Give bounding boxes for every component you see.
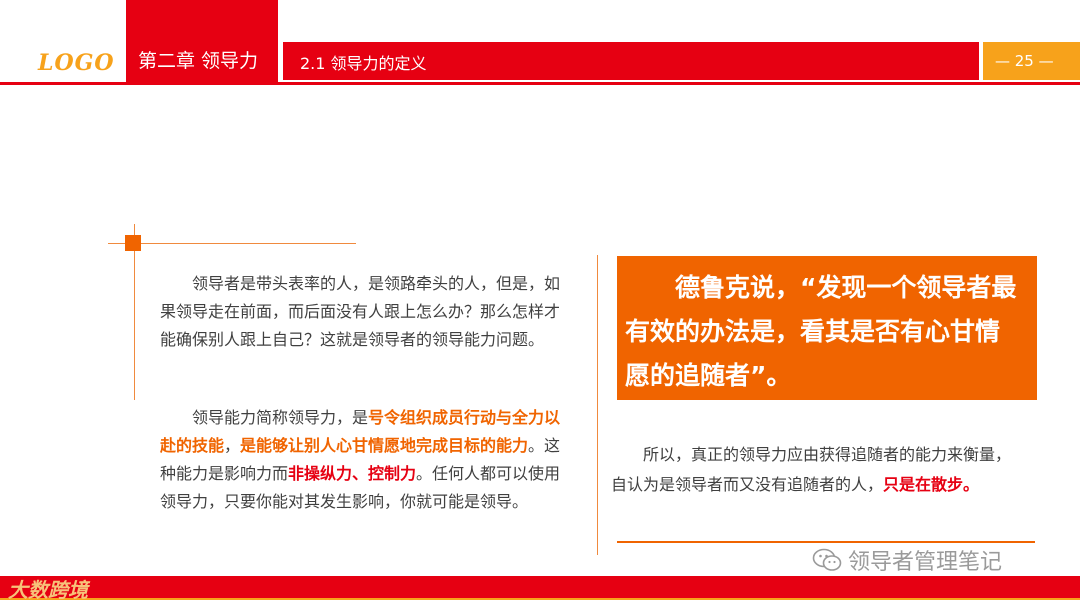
definition-text: 领导能力简称领导力，是 <box>192 408 369 427</box>
quote-box: 德鲁克说，“发现一个领导者最有效的办法是，看其是否有心甘情愿的追随者”。 <box>617 256 1037 400</box>
chapter-title: 第二章 领导力 <box>138 50 259 72</box>
paragraph-definition: 领导能力简称领导力，是号令组织成员行动与全力以赴的技能，是能够让别人心甘情愿地完… <box>160 404 575 516</box>
highlight-ability: 是能够让别人心甘情愿地完成目标的能力 <box>240 436 529 455</box>
highlight-not-control: 非操纵力、控制力 <box>288 464 417 483</box>
footer-bar <box>0 576 1080 598</box>
header-rule <box>0 82 1080 85</box>
right-rule <box>617 541 1035 543</box>
wechat-icon <box>812 547 842 579</box>
highlight-conclusion: 只是在散步。 <box>883 475 980 494</box>
paragraph-conclusion: 所以，真正的领导力应由获得追随者的能力来衡量，自认为是领导者而又没有追随者的人，… <box>611 440 1023 500</box>
footer-logo: 大数跨境 <box>8 578 88 602</box>
page-number: — 25 — <box>983 42 1080 80</box>
definition-comma: ， <box>224 436 241 455</box>
logo: LOGO <box>38 50 115 76</box>
decorative-line-horizontal <box>108 243 356 244</box>
decorative-square <box>125 235 141 251</box>
watermark: 领导者管理笔记 <box>812 544 1002 579</box>
section-title: 2.1 领导力的定义 <box>300 54 427 73</box>
footer-rule <box>0 598 1080 600</box>
watermark-text: 领导者管理笔记 <box>848 550 1003 575</box>
paragraph-intro: 领导者是带头表率的人，是领路牵头的人，但是，如果领导走在前面，而后面没有人跟上怎… <box>160 274 561 349</box>
chapter-tab: 第二章 领导力 <box>126 0 278 82</box>
section-bar: 2.1 领导力的定义 <box>283 42 979 80</box>
column-divider <box>597 255 598 555</box>
